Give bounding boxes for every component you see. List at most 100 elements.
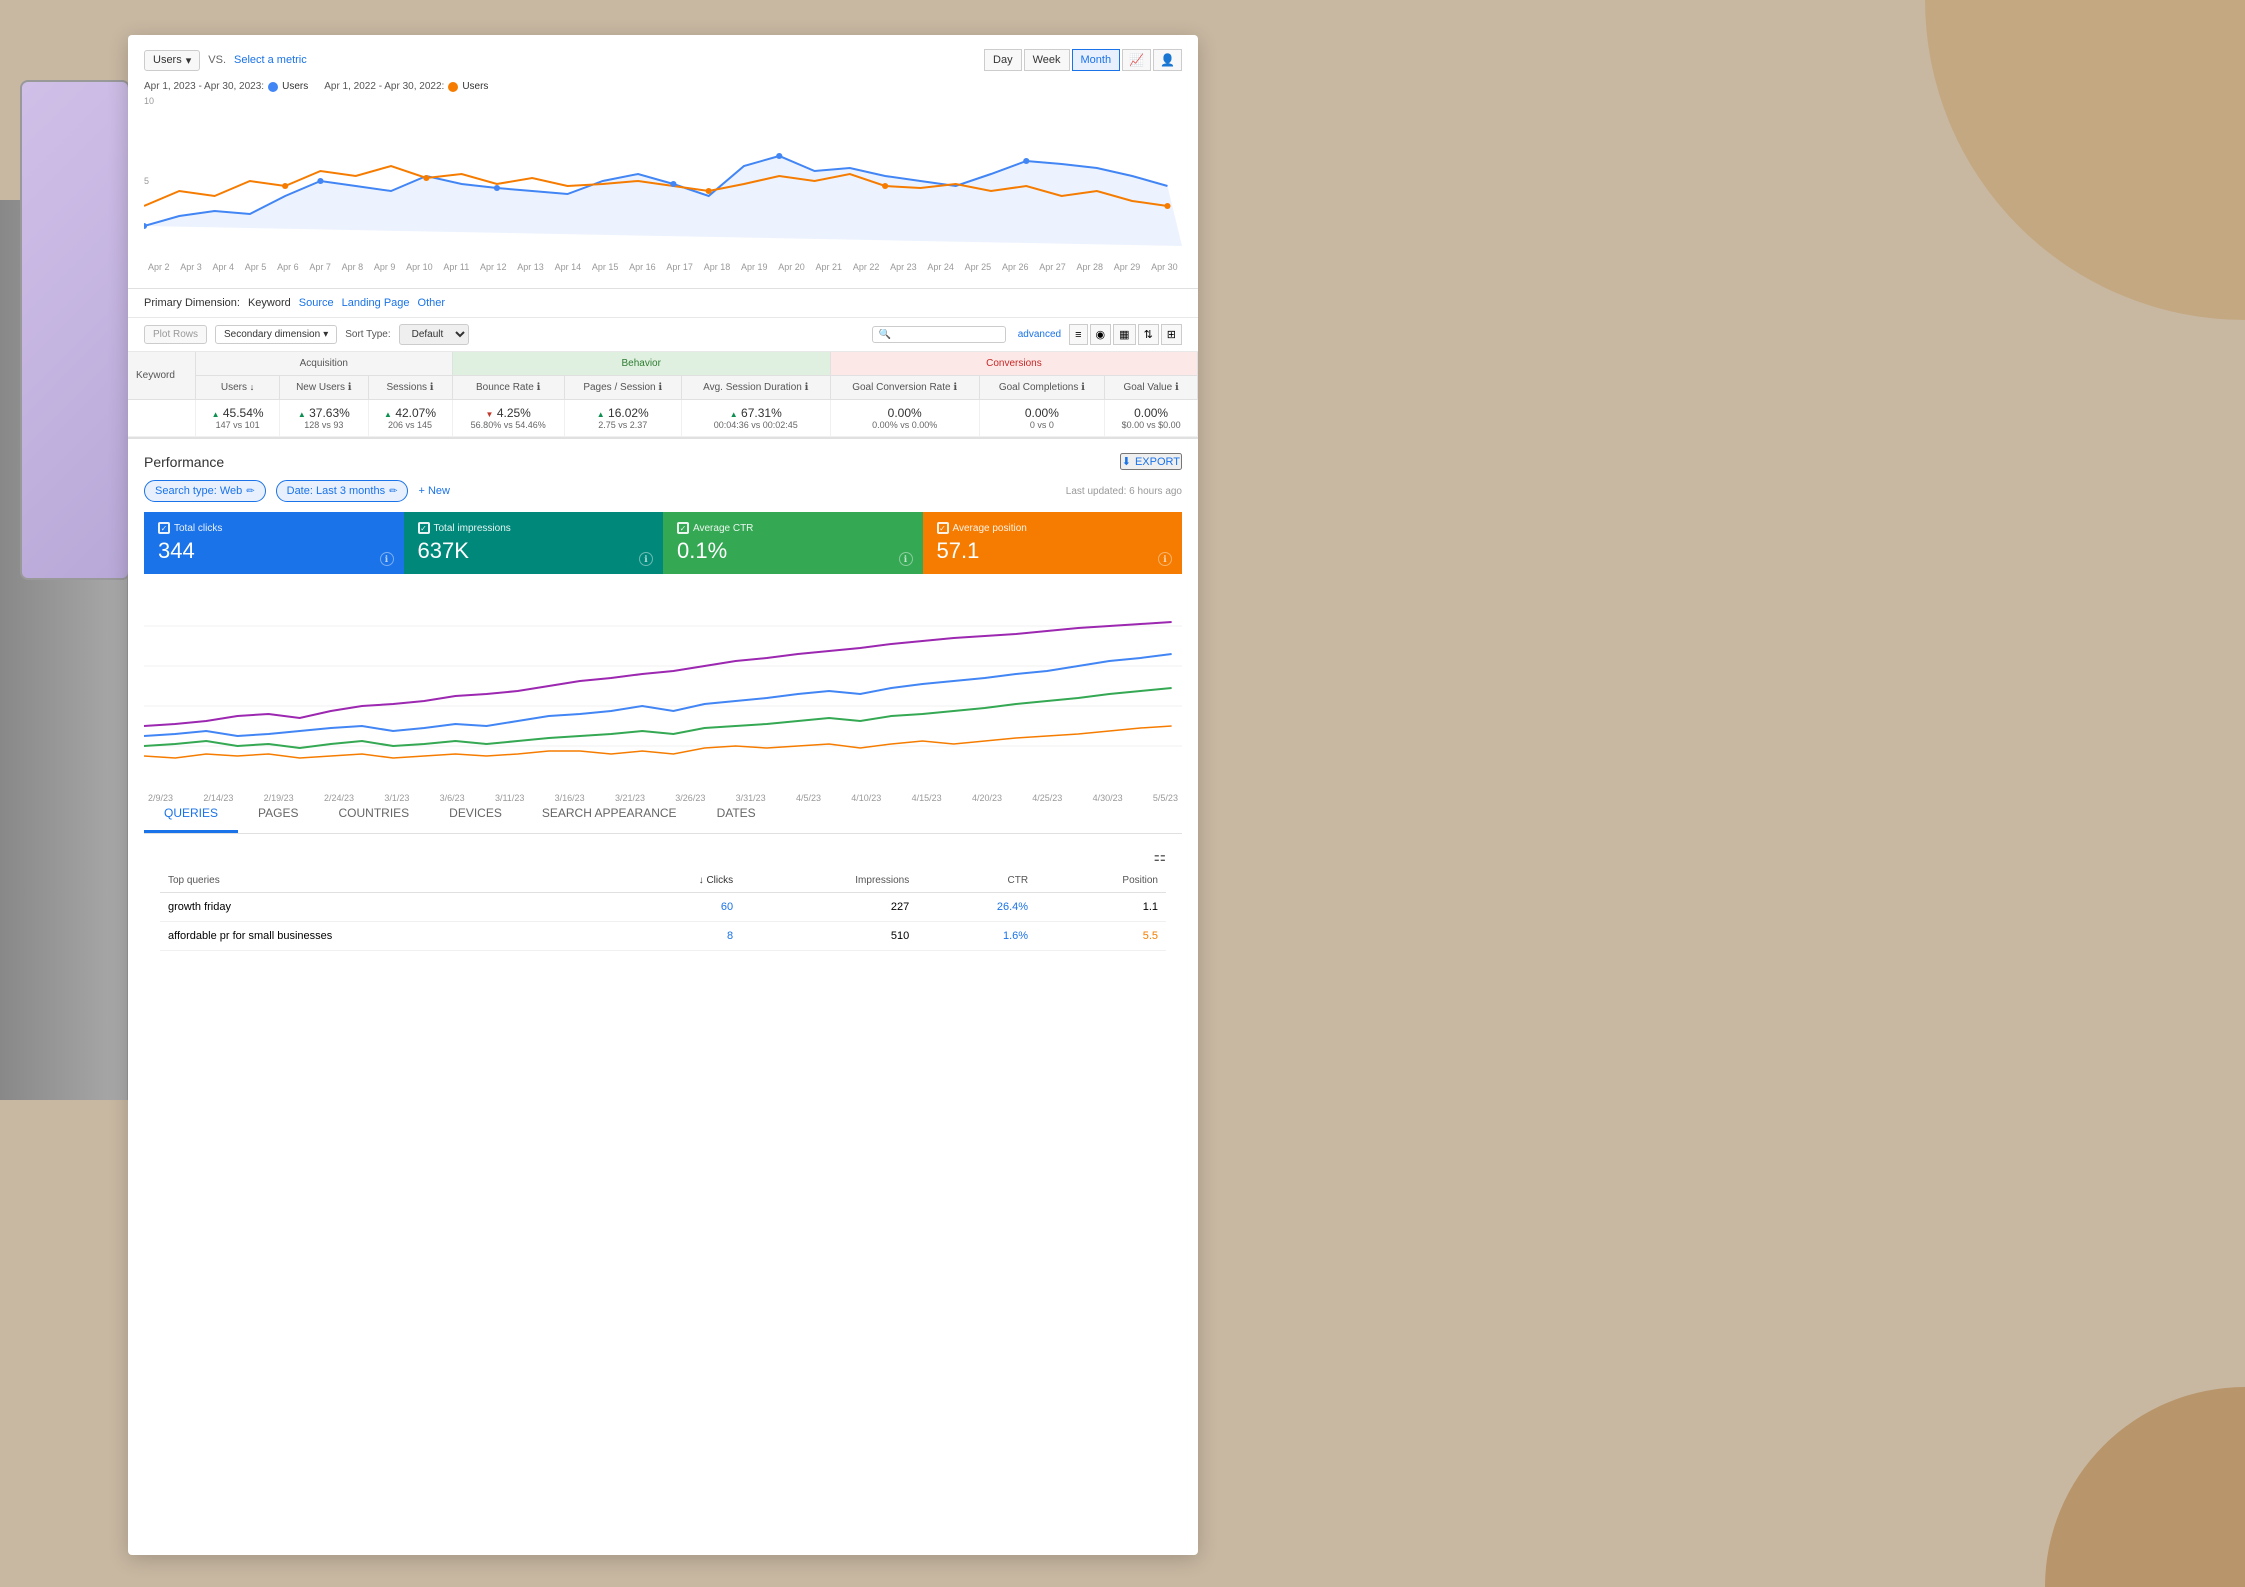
other-dimension[interactable]: Other <box>418 297 446 309</box>
download-icon: ⬇ <box>1122 455 1131 468</box>
total-impressions-info[interactable]: ℹ <box>639 552 653 566</box>
advanced-link[interactable]: advanced <box>1018 329 1061 340</box>
position-col-header[interactable]: Position <box>1036 869 1166 893</box>
new-filter-button[interactable]: + New <box>418 485 450 497</box>
search-type-label: Search type: Web <box>155 485 242 497</box>
avg-ctr-checkbox[interactable] <box>677 522 689 534</box>
chart-icon-btn[interactable]: 📈 <box>1122 49 1151 71</box>
goal-value-col-header[interactable]: Goal Value ℹ <box>1105 376 1198 400</box>
week-toggle[interactable]: Week <box>1024 49 1070 71</box>
keyword-dimension[interactable]: Keyword <box>248 297 291 309</box>
pages-session-col-header[interactable]: Pages / Session ℹ <box>564 376 681 400</box>
users-value: 45.54% <box>204 406 271 420</box>
avg-position-checkbox[interactable] <box>937 522 949 534</box>
x-label: Apr 28 <box>1077 262 1104 272</box>
filter-icon[interactable]: ⚏ <box>1153 848 1166 865</box>
total-impressions-card: Total impressions 637K ℹ <box>404 512 664 574</box>
perf-x-label: 2/24/23 <box>324 793 354 803</box>
person-icon-btn[interactable]: 👤 <box>1153 49 1182 71</box>
avg-session-arrow <box>730 406 738 420</box>
pages-session-value: 16.02% <box>573 406 673 420</box>
edit-icon-2: ✏ <box>389 486 397 497</box>
bar-view-btn[interactable]: ▦ <box>1113 324 1135 345</box>
legend-series-2023: Users <box>282 81 308 92</box>
users-sub: 147 vs 101 <box>204 420 271 430</box>
new-users-col-header[interactable]: New Users ℹ <box>280 376 368 400</box>
avg-session-value: 67.31% <box>690 406 822 420</box>
pivot-view-btn[interactable]: ⊞ <box>1161 324 1182 345</box>
avg-session-cell: 67.31% 00:04:36 vs 00:02:45 <box>681 400 830 437</box>
x-label: Apr 18 <box>704 262 731 272</box>
avg-ctr-info[interactable]: ℹ <box>899 552 913 566</box>
x-label: Apr 6 <box>277 262 299 272</box>
users-arrow <box>212 406 220 420</box>
queries-table: Top queries ↓ Clicks Impressions CTR Pos… <box>160 869 1166 951</box>
performance-section: Performance ⬇ EXPORT Search type: Web ✏ … <box>128 437 1198 961</box>
users-cell: 45.54% 147 vs 101 <box>196 400 280 437</box>
landing-page-dimension[interactable]: Landing Page <box>342 297 410 309</box>
last-updated: Last updated: 6 hours ago <box>1066 486 1182 497</box>
goal-completions-col-header[interactable]: Goal Completions ℹ <box>979 376 1105 400</box>
goal-conversion-col-header[interactable]: Goal Conversion Rate ℹ <box>830 376 979 400</box>
select-metric-link[interactable]: Select a metric <box>234 54 307 66</box>
x-label: Apr 19 <box>741 262 768 272</box>
x-label: Apr 9 <box>374 262 396 272</box>
month-toggle[interactable]: Month <box>1072 49 1121 71</box>
perf-x-label: 3/11/23 <box>495 793 524 803</box>
secondary-dimension-button[interactable]: Secondary dimension ▾ <box>215 325 337 344</box>
total-clicks-value: 344 <box>158 538 390 564</box>
goal-conversion-sub: 0.00% vs 0.00% <box>839 420 971 430</box>
total-clicks-header: Total clicks <box>158 522 390 534</box>
query-text-1: growth friday <box>160 893 614 922</box>
sort-type-select[interactable]: Default <box>399 324 469 345</box>
date-range-label: Date: Last 3 months <box>287 485 385 497</box>
source-dimension[interactable]: Source <box>299 297 334 309</box>
export-button[interactable]: ⬇ EXPORT <box>1120 453 1182 470</box>
x-label: Apr 27 <box>1039 262 1066 272</box>
perf-x-label: 3/1/23 <box>384 793 409 803</box>
pages-session-arrow <box>597 406 605 420</box>
position-1: 1.1 <box>1036 893 1166 922</box>
goal-completions-value: 0.00% <box>988 406 1097 420</box>
avg-position-info[interactable]: ℹ <box>1158 552 1172 566</box>
goal-conversion-value: 0.00% <box>839 406 971 420</box>
edit-icon: ✏ <box>246 486 254 497</box>
plot-rows-button[interactable]: Plot Rows <box>144 325 207 344</box>
clicks-col-header[interactable]: ↓ Clicks <box>614 869 741 893</box>
x-label: Apr 11 <box>443 262 469 272</box>
ctr-col-header[interactable]: CTR <box>917 869 1036 893</box>
vs-text: VS. <box>208 54 226 66</box>
search-input[interactable] <box>879 329 999 340</box>
x-label: Apr 20 <box>778 262 805 272</box>
x-label: Apr 10 <box>406 262 433 272</box>
query-text-2: affordable pr for small businesses <box>160 922 614 951</box>
ctr-1: 26.4% <box>917 893 1036 922</box>
total-clicks-info[interactable]: ℹ <box>380 552 394 566</box>
total-clicks-checkbox[interactable] <box>158 522 170 534</box>
search-type-filter[interactable]: Search type: Web ✏ <box>144 480 266 502</box>
impressions-col-header[interactable]: Impressions <box>741 869 917 893</box>
legend-item-2022: Apr 1, 2022 - Apr 30, 2022: Users <box>324 81 488 92</box>
users-dropdown[interactable]: Users ▾ <box>144 50 200 71</box>
avg-session-col-header[interactable]: Avg. Session Duration ℹ <box>681 376 830 400</box>
table-row: 45.54% 147 vs 101 37.63% 128 vs 93 <box>128 400 1198 437</box>
avg-position-card: Average position 57.1 ℹ <box>923 512 1183 574</box>
avg-session-sub: 00:04:36 vs 00:02:45 <box>690 420 822 430</box>
day-toggle[interactable]: Day <box>984 49 1022 71</box>
bounce-rate-col-header[interactable]: Bounce Rate ℹ <box>452 376 564 400</box>
pie-view-btn[interactable]: ◉ <box>1090 324 1112 345</box>
data-table-wrapper: Keyword Acquisition Behavior Conversions… <box>128 352 1198 437</box>
users-col-header[interactable]: Users ↓ <box>196 376 280 400</box>
clicks-2: 8 <box>614 922 741 951</box>
x-label: Apr 26 <box>1002 262 1029 272</box>
query-row: affordable pr for small businesses 8 510… <box>160 922 1166 951</box>
goal-value-cell: 0.00% $0.00 vs $0.00 <box>1105 400 1198 437</box>
sort-view-btn[interactable]: ⇅ <box>1138 324 1159 345</box>
table-view-btn[interactable]: ≡ <box>1069 324 1087 345</box>
total-impressions-checkbox[interactable] <box>418 522 430 534</box>
date-range-filter[interactable]: Date: Last 3 months ✏ <box>276 480 409 502</box>
sessions-col-header[interactable]: Sessions ℹ <box>368 376 452 400</box>
export-label: EXPORT <box>1135 456 1180 468</box>
avg-ctr-card: Average CTR 0.1% ℹ <box>663 512 923 574</box>
avg-position-header: Average position <box>937 522 1169 534</box>
